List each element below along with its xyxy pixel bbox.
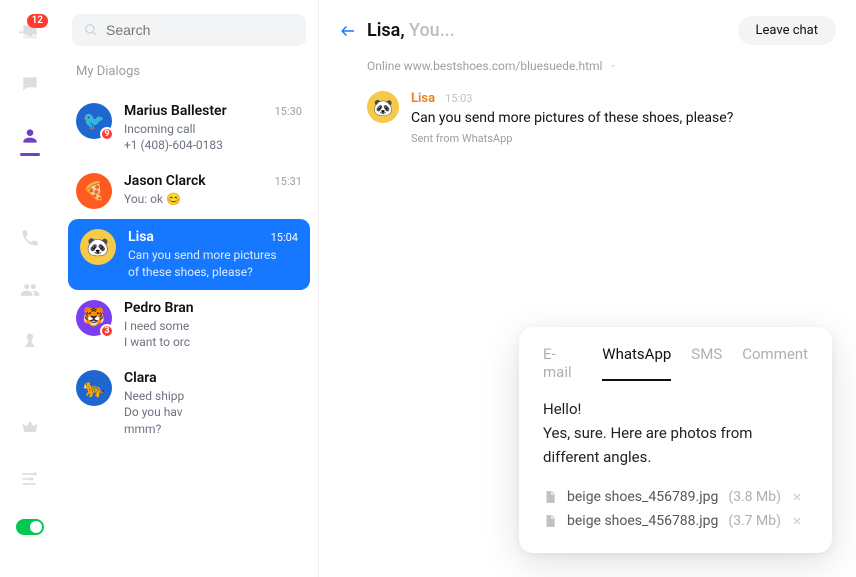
dialog-name: Jason Clarck: [124, 173, 206, 189]
chat-meta: Online www.bestshoes.com/bluesuede.html: [319, 53, 856, 91]
chat-title-sub: You...: [409, 20, 455, 41]
dialog-avatar: 🍕: [76, 173, 112, 209]
dialog-avatar: 🐯3: [76, 300, 112, 336]
nav-team[interactable]: [18, 278, 42, 302]
chat-meta-text: Online www.bestshoes.com/bluesuede.html: [367, 59, 602, 73]
dialog-name: Pedro Bran: [124, 300, 194, 316]
dialog-sidebar: My Dialogs 🐦9 Marius Ballester 15:30 Inc…: [60, 0, 318, 577]
dialog-name: Marius Ballester: [124, 103, 227, 119]
dialog-badge: 9: [100, 127, 114, 141]
chevron-down-icon[interactable]: [608, 61, 618, 71]
compose-attachments: beige shoes_456789.jpg (3.8 Mb) beige sh…: [543, 485, 808, 533]
compose-text-line: Hello!: [543, 397, 808, 421]
compose-text-line: Yes, sure. Here are photos from differen…: [543, 421, 808, 469]
attachment-row: beige shoes_456788.jpg (3.7 Mb): [543, 509, 808, 533]
dialog-snippet: I need someI want to orc: [124, 318, 302, 350]
file-icon: [543, 490, 557, 504]
status-toggle[interactable]: [16, 519, 44, 535]
section-title: My Dialogs: [76, 64, 302, 79]
dialog-list: 🐦9 Marius Ballester 15:30 Incoming call+…: [60, 93, 318, 447]
attachment-size: (3.8 Mb): [728, 489, 781, 505]
nav-contacts[interactable]: [18, 124, 42, 148]
message-source: Sent from WhatsApp: [411, 132, 836, 145]
message-avatar: 🐼: [367, 91, 399, 123]
dialog-snippet: You: ok 😊: [124, 191, 302, 207]
nav-chat[interactable]: [18, 72, 42, 96]
file-icon: [543, 514, 557, 528]
dialog-avatar: 🐦9: [76, 103, 112, 139]
compose-popover: E-mail WhatsApp SMS Comment Hello! Yes, sur…: [519, 327, 832, 553]
dialog-item[interactable]: 🐯3 Pedro Bran I need someI want to orc: [60, 290, 318, 360]
attachment-size: (3.7 Mb): [728, 513, 781, 529]
compose-tab-email[interactable]: E-mail: [543, 345, 582, 381]
compose-text[interactable]: Hello! Yes, sure. Here are photos from d…: [543, 397, 808, 469]
dialog-time: 15:31: [275, 175, 302, 188]
message-author: Lisa: [411, 91, 435, 106]
attachment-name: beige shoes_456788.jpg: [567, 513, 718, 529]
attachment-row: beige shoes_456789.jpg (3.8 Mb): [543, 485, 808, 509]
leave-chat-button[interactable]: Leave chat: [738, 16, 837, 45]
dialog-name: Lisa: [128, 229, 154, 245]
nav-automation[interactable]: [18, 330, 42, 354]
attachment-name: beige shoes_456789.jpg: [567, 489, 718, 505]
chat-title-name: Lisa,: [367, 20, 405, 41]
message-time: 15:03: [445, 92, 472, 105]
search-input[interactable]: [106, 22, 294, 38]
nav-inbox[interactable]: 12: [18, 20, 42, 44]
chat-panel: Lisa, You... Leave chat Online www.bests…: [318, 0, 856, 577]
dialog-badge: 3: [100, 324, 114, 338]
dialog-item[interactable]: 🐼 Lisa 15:04 Can you send more pictureso…: [68, 219, 310, 289]
message: 🐼 Lisa 15:03 Can you send more pictures …: [319, 91, 856, 145]
dialog-avatar: 🐼: [80, 229, 116, 265]
dialog-snippet: Incoming call+1 (408)-604-0183: [124, 121, 302, 153]
message-text: Can you send more pictures of these shoe…: [411, 110, 836, 126]
dialog-time: 15:30: [275, 105, 302, 118]
dialog-avatar: 🐆: [76, 370, 112, 406]
dialog-snippet: Can you send more picturesof these shoes…: [128, 247, 298, 279]
compose-tabs: E-mail WhatsApp SMS Comment: [543, 345, 808, 381]
compose-tab-comment[interactable]: Comment: [742, 345, 808, 381]
search-icon: [84, 23, 98, 37]
nav-premium[interactable]: [18, 415, 42, 439]
nav-settings[interactable]: [18, 467, 42, 491]
dialog-item[interactable]: 🍕 Jason Clarck 15:31 You: ok 😊: [60, 163, 318, 219]
compose-tab-sms[interactable]: SMS: [691, 345, 722, 381]
dialog-item[interactable]: 🐆 Clara Need shippDo you havmmm?: [60, 360, 318, 447]
nav-rail: 12: [0, 0, 60, 577]
dialog-item[interactable]: 🐦9 Marius Ballester 15:30 Incoming call+…: [60, 93, 318, 163]
remove-attachment-icon[interactable]: [791, 515, 803, 527]
dialog-name: Clara: [124, 370, 157, 386]
inbox-badge: 12: [27, 14, 48, 28]
dialog-time: 15:04: [271, 231, 298, 244]
remove-attachment-icon[interactable]: [791, 491, 803, 503]
search-input-wrapper[interactable]: [72, 14, 306, 46]
back-arrow-icon[interactable]: [339, 22, 357, 40]
nav-calls[interactable]: [18, 226, 42, 250]
chat-title: Lisa, You...: [367, 20, 455, 41]
compose-tab-whatsapp[interactable]: WhatsApp: [602, 345, 671, 381]
dialog-snippet: Need shippDo you havmmm?: [124, 388, 302, 437]
